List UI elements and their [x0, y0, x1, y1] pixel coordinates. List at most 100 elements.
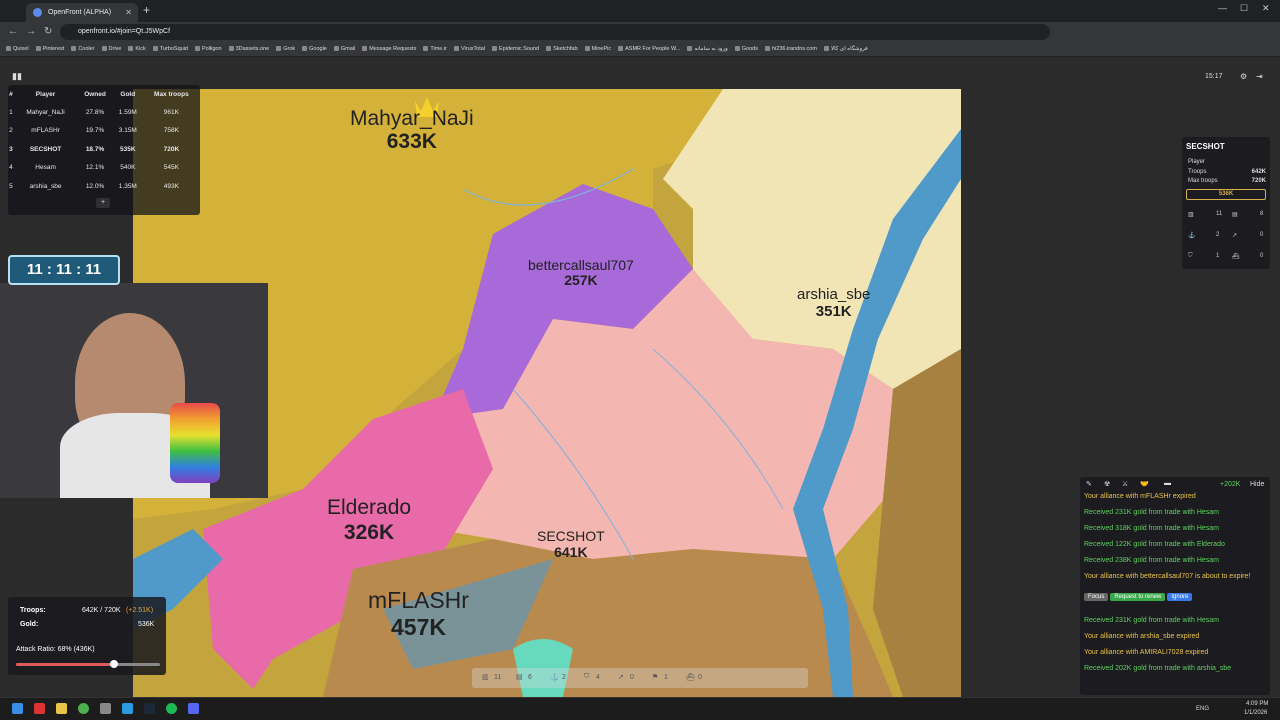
bookmark-item[interactable]: Goods	[734, 42, 758, 56]
troops-icon[interactable]: ⚔	[1122, 480, 1128, 488]
bookmarks-bar: Quixel Pinterest Cooler Drive Kick TurboSquid…	[0, 42, 1280, 57]
gold-gain: +202K	[1220, 481, 1241, 488]
bookmark-item[interactable]: Google	[302, 42, 327, 56]
build-bar: ▥ 11 ▤ 6 ⚓ 2 ⛉ 4 ↗ 0 ⚑ 1 ⛴ 0	[472, 668, 808, 688]
factory-icon[interactable]: ▤	[516, 673, 523, 681]
player-type: Player	[1188, 159, 1206, 165]
table-row[interactable]: 5 arshia_sbe 12.0% 1.35M 493K	[8, 177, 200, 196]
col-owned[interactable]: Owned	[77, 85, 113, 103]
search-icon[interactable]	[34, 703, 45, 714]
alliance-icon[interactable]: 🤝	[1140, 480, 1149, 488]
spotify-icon[interactable]	[166, 703, 177, 714]
stats-icon[interactable]: ▮▮	[12, 71, 22, 82]
bookmark-icon	[6, 46, 11, 52]
pencil-icon[interactable]: ✎	[1086, 480, 1092, 488]
ignore-button[interactable]: Ignore	[1167, 593, 1193, 601]
bookmark-item[interactable]: Quixel	[6, 42, 29, 56]
bookmark-item[interactable]: Sketchfab	[546, 42, 578, 56]
bookmark-item[interactable]: Message Requests	[362, 42, 416, 56]
event-message: Received 202K gold from trade with arshi…	[1084, 665, 1232, 672]
bookmark-item[interactable]: hi236.irandns.com	[765, 42, 817, 56]
file-explorer-icon[interactable]	[56, 703, 67, 714]
build-count: 0	[630, 674, 634, 681]
table-row[interactable]: 2 mFLASHr 19.7% 3.15M 758K	[8, 122, 200, 141]
chat-icon[interactable]: ▬	[1164, 480, 1171, 487]
silo-icon[interactable]: ⚑	[652, 673, 658, 681]
bookmark-item[interactable]: Epidemic Sound	[492, 42, 539, 56]
back-icon[interactable]: ←	[8, 26, 18, 37]
nuke-icon[interactable]: ☢	[1104, 480, 1110, 488]
bookmark-icon	[546, 46, 552, 52]
new-tab-button[interactable]: +	[143, 3, 150, 17]
maximize-icon[interactable]: ☐	[1240, 3, 1248, 14]
renew-button[interactable]: Request to renew	[1110, 593, 1166, 601]
expand-leaderboard-button[interactable]: +	[96, 198, 110, 208]
bookmark-item[interactable]: ASMR For People W...	[618, 42, 680, 56]
build-count: 4	[596, 674, 600, 681]
focus-button[interactable]: Focus	[1084, 593, 1109, 601]
col-max[interactable]: Max troops	[143, 85, 200, 103]
url-input[interactable]: openfront.io/#join=Qt.J5WpCf	[60, 24, 1050, 40]
event-message: Your alliance with AMIRALI7028 expired	[1084, 649, 1209, 656]
bookmark-item[interactable]: VirusTotal	[453, 42, 485, 56]
port-icon[interactable]: ⚓	[550, 673, 559, 681]
chrome-icon[interactable]	[78, 703, 89, 714]
game-view[interactable]: Mahyar_NaJi 633K bettercallsaul707 257K ar…	[0, 57, 1280, 697]
tab-openfront[interactable]: OpenFront (ALPHA) ✕	[26, 3, 138, 22]
minimize-icon[interactable]: —	[1218, 3, 1227, 13]
bookmark-item[interactable]: Gmail	[333, 42, 355, 56]
table-row[interactable]: 4 Hesam 12.1% 540K 545K	[8, 159, 200, 178]
warship-icon[interactable]: ⛴	[686, 673, 695, 681]
telegram-icon[interactable]	[122, 703, 133, 714]
language-indicator[interactable]: ENG	[1196, 706, 1209, 712]
tab-strip: OpenFront (ALPHA) ✕ + — ☐ ✕	[0, 0, 1280, 22]
discord-icon[interactable]	[188, 703, 199, 714]
gold-badge: 536K	[1186, 189, 1266, 200]
tray-time[interactable]: 4:09 PM	[1246, 701, 1268, 707]
bookmark-item[interactable]: Kick	[128, 42, 146, 56]
game-timer: 15:17	[1205, 73, 1223, 80]
settings-icon[interactable]: ⚙	[1240, 72, 1247, 81]
bookmark-item[interactable]: MinePic	[584, 42, 611, 56]
bookmark-item[interactable]: 3Dassets.one	[228, 42, 269, 56]
table-row[interactable]: 1 Mahyar_NaJi 27.8% 1.59M 961K	[8, 103, 200, 122]
table-row[interactable]: 3 SECSHOT 18.7% 535K 720K	[8, 140, 200, 159]
close-window-icon[interactable]: ✕	[1262, 3, 1270, 14]
steam-icon[interactable]	[144, 703, 155, 714]
bookmark-item[interactable]: Grok	[276, 42, 295, 56]
reload-icon[interactable]: ↻	[44, 26, 52, 37]
bookmark-icon	[453, 46, 459, 52]
bookmark-icon	[823, 46, 829, 52]
label-secshot: SECSHOT 641K	[537, 528, 605, 560]
build-count: 11	[494, 674, 502, 681]
app-icon[interactable]	[100, 703, 111, 714]
defense-icon[interactable]: ⛉	[584, 673, 589, 681]
col-player[interactable]: Player	[14, 85, 77, 103]
bookmark-item[interactable]: ورود به سامانه	[687, 42, 728, 56]
bookmark-icon	[492, 46, 498, 52]
start-icon[interactable]	[12, 703, 23, 714]
tray-date[interactable]: 1/1/2026	[1244, 710, 1267, 716]
missile-icon[interactable]: ↗	[618, 673, 624, 681]
bookmark-item[interactable]: TurboSquid	[152, 42, 188, 56]
bookmark-item[interactable]: Time.ir	[423, 42, 447, 56]
bookmark-icon	[276, 46, 282, 52]
defense-icon: ⛉	[1188, 253, 1193, 259]
hide-button[interactable]: Hide	[1250, 481, 1264, 488]
bookmark-item[interactable]: Pinterest	[35, 42, 64, 56]
bookmark-item[interactable]: Drive	[101, 42, 121, 56]
exit-icon[interactable]: ⇥	[1256, 72, 1263, 81]
factory-icon: ▤	[1232, 212, 1238, 218]
bookmark-icon	[302, 46, 308, 52]
label-bettercallsaul: bettercallsaul707 257K	[528, 257, 634, 288]
troops-value: 642K	[1251, 169, 1266, 175]
close-tab-icon[interactable]: ✕	[125, 3, 132, 22]
city-icon[interactable]: ▥	[482, 673, 489, 681]
bookmark-item[interactable]: Poliigon	[194, 42, 222, 56]
bookmark-item[interactable]: Cooler	[71, 42, 95, 56]
col-gold[interactable]: Gold	[113, 85, 143, 103]
attack-ratio-slider[interactable]	[16, 660, 160, 668]
stream-clock: 11 : 11 : 11	[8, 255, 120, 285]
forward-icon[interactable]: →	[26, 26, 36, 37]
bookmark-item[interactable]: فروشگاه ای کالا	[823, 42, 868, 56]
